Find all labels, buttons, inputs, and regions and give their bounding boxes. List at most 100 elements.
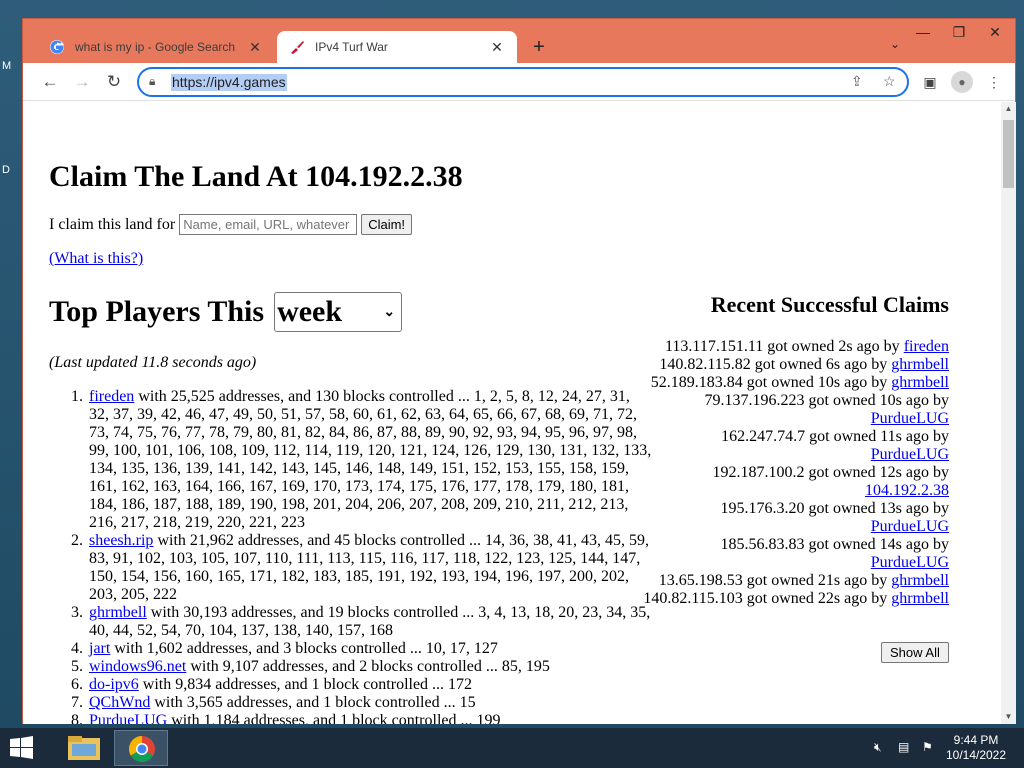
claim-row: 113.117.151.11 got owned 2s ago by fired… — [643, 338, 949, 356]
tab-ipv4-turf-war[interactable]: IPv4 Turf War ✕ — [277, 31, 517, 63]
period-value: week — [277, 295, 343, 328]
claim-row: 140.82.115.103 got owned 22s ago by ghrm… — [643, 590, 949, 608]
claim-ago: 11s — [880, 428, 902, 445]
claim-row: 185.56.83.83 got owned 14s ago by Purdue… — [643, 536, 949, 572]
forward-icon[interactable]: → — [69, 69, 95, 95]
claim-owner-link[interactable]: ghrmbell — [891, 374, 949, 391]
claim-ago: 12s — [879, 464, 902, 481]
claim-ago-suffix: ago by — [901, 500, 949, 517]
star-icon[interactable]: ☆ — [883, 73, 896, 90]
close-tab-icon[interactable]: ✕ — [247, 39, 263, 56]
player-link[interactable]: QChWnd — [89, 694, 150, 711]
claim-row: 13.65.198.53 got owned 21s ago by ghrmbe… — [643, 572, 949, 590]
period-select[interactable]: week ⌄ — [274, 292, 403, 332]
clock[interactable]: 9:44 PM 10/14/2022 — [936, 733, 1016, 763]
player-entry: PurdueLUG with 1,184 addresses, and 1 bl… — [89, 712, 653, 724]
tab-google-search[interactable]: what is my ip - Google Search ✕ — [37, 31, 275, 63]
top-players-label: Top Players This — [49, 295, 265, 328]
share-icon[interactable]: ⇪ — [851, 73, 863, 90]
claim-ago: 13s — [879, 500, 902, 517]
new-tab-button[interactable]: + — [527, 35, 551, 59]
scrollbar[interactable]: ▲ ▼ — [1001, 102, 1016, 724]
chrome-icon[interactable] — [114, 730, 168, 766]
player-details: with 1,184 addresses, and 1 block contro… — [167, 712, 501, 724]
url-text[interactable]: https://ipv4.games — [171, 74, 287, 91]
scroll-up-icon[interactable]: ▲ — [1001, 102, 1016, 116]
recent-claims-heading: Recent Successful Claims — [710, 292, 949, 317]
browser-window: what is my ip - Google Search ✕ IPv4 Tur… — [22, 18, 1016, 724]
back-icon[interactable]: ← — [37, 69, 63, 95]
scroll-thumb[interactable] — [1003, 120, 1014, 188]
player-entry: fireden with 25,525 addresses, and 130 b… — [89, 388, 653, 532]
lock-icon[interactable]: 🔒︎ — [149, 74, 155, 89]
claim-owned-text: got owned — [763, 338, 839, 355]
claim-ago-suffix: ago by — [840, 356, 892, 373]
what-is-this-link[interactable]: (What is this?) — [49, 250, 143, 268]
claim-ago-suffix: ago by — [852, 338, 904, 355]
player-rank: 2. — [71, 532, 83, 549]
claim-owner-link[interactable]: PurdueLUG — [871, 554, 949, 571]
claim-owner-link[interactable]: ghrmbell — [891, 356, 949, 373]
sidebar-icon[interactable]: ▣ — [919, 71, 941, 93]
player-link[interactable]: sheesh.rip — [89, 532, 153, 549]
scroll-down-icon[interactable]: ▼ — [1001, 710, 1016, 724]
action-center-icon[interactable]: ⚑ — [922, 740, 933, 754]
claim-ago-suffix: ago by — [901, 392, 949, 409]
player-link[interactable]: do-ipv6 — [89, 676, 139, 693]
claim-owner-link[interactable]: PurdueLUG — [871, 518, 949, 535]
player-row: 5. windows96.net with 9,107 addresses, an… — [63, 658, 653, 676]
network-icon[interactable]: ▤ — [898, 740, 909, 754]
profile-icon[interactable]: ● — [951, 71, 973, 93]
menu-icon[interactable]: ⋮ — [983, 71, 1005, 93]
player-rank: 7. — [71, 694, 83, 711]
desktop-label: M — [2, 60, 12, 72]
claim-ip: 13.65.198.53 — [658, 572, 743, 589]
claim-name-input[interactable] — [179, 214, 358, 235]
file-explorer-icon[interactable] — [58, 730, 112, 766]
claim-owner-link[interactable]: ghrmbell — [891, 572, 949, 589]
claim-owner-link[interactable]: 104.192.2.38 — [865, 482, 949, 499]
claim-row: 52.189.183.84 got owned 10s ago by ghrmb… — [643, 374, 949, 392]
claim-owner-link[interactable]: ghrmbell — [891, 590, 949, 607]
claim-label: I claim this land for — [49, 215, 176, 233]
player-link[interactable]: PurdueLUG — [89, 712, 167, 724]
claim-ago: 10s — [817, 374, 841, 391]
player-row: 7. QChWnd with 3,565 addresses, and 1 blo… — [63, 694, 653, 712]
player-link[interactable]: jart — [89, 640, 110, 657]
claim-row: 140.82.115.82 got owned 6s ago by ghrmbe… — [643, 356, 949, 374]
claim-owned-text: got owned — [804, 500, 880, 517]
player-row: 2. sheesh.rip with 21,962 addresses, and … — [63, 532, 653, 604]
claim-form: I claim this land for Claim! — [49, 214, 413, 235]
player-entry: do-ipv6 with 9,834 addresses, and 1 bloc… — [89, 676, 653, 694]
player-row: 4. jart with 1,602 addresses, and 3 block… — [63, 640, 653, 658]
player-link[interactable]: ghrmbell — [89, 604, 147, 621]
claim-ip: 195.176.3.20 — [720, 500, 805, 517]
player-rank: 4. — [71, 640, 83, 657]
player-entry: QChWnd with 3,565 addresses, and 1 block… — [89, 694, 653, 712]
close-window-button[interactable]: ✕ — [979, 19, 1011, 49]
claim-owned-text: got owned — [805, 428, 881, 445]
claim-owner-link[interactable]: fireden — [904, 338, 949, 355]
player-row: 8. PurdueLUG with 1,184 addresses, and 1 … — [63, 712, 653, 724]
player-rank: 8. — [71, 712, 83, 724]
claim-ip: 185.56.83.83 — [720, 536, 805, 553]
claim-button[interactable]: Claim! — [361, 214, 413, 235]
show-all-button[interactable]: Show All — [881, 642, 949, 663]
claim-owner-link[interactable]: PurdueLUG — [871, 410, 949, 427]
reload-icon[interactable]: ↻ — [101, 69, 127, 95]
claim-owner-link[interactable]: PurdueLUG — [871, 446, 949, 463]
address-bar[interactable]: 🔒︎ https://ipv4.games ⇪ ☆ — [137, 67, 909, 97]
volume-muted-icon[interactable]: 🔇︎ — [874, 740, 882, 755]
claim-ago: 2s — [838, 338, 853, 355]
maximize-button[interactable]: ❐ — [943, 19, 975, 49]
close-tab-icon[interactable]: ✕ — [489, 39, 505, 56]
claim-ago: 22s — [817, 590, 841, 607]
minimize-button[interactable]: — — [907, 19, 939, 49]
players-list: 1. fireden with 25,525 addresses, and 130… — [63, 388, 653, 724]
player-link[interactable]: windows96.net — [89, 658, 186, 675]
start-icon[interactable] — [6, 734, 40, 762]
player-link[interactable]: fireden — [89, 388, 134, 405]
claim-ago-suffix: ago by — [901, 464, 949, 481]
claim-owned-text: got owned — [742, 590, 818, 607]
tab-search-icon[interactable]: ⌄ — [885, 37, 905, 51]
